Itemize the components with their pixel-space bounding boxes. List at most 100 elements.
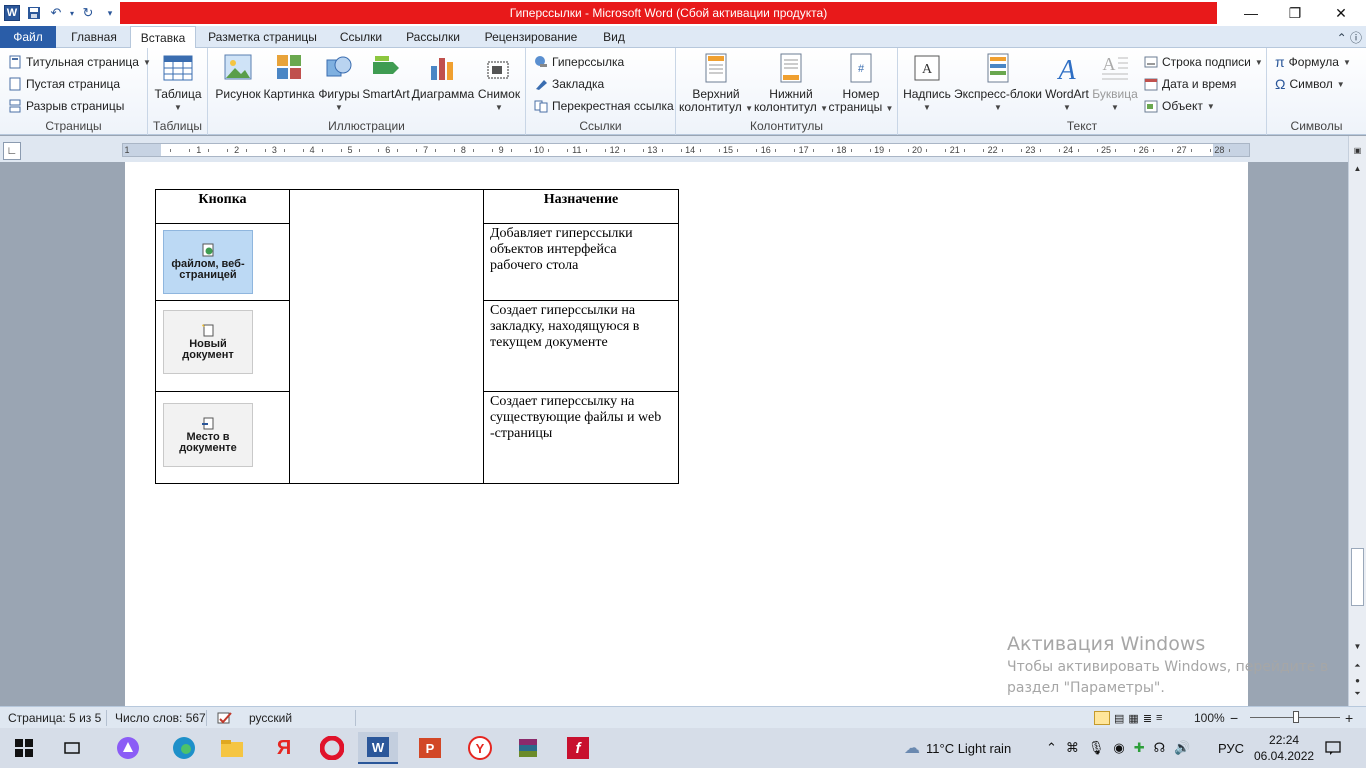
headset-icon[interactable]: ☊ bbox=[1154, 740, 1166, 756]
tab-references[interactable]: Ссылки bbox=[330, 26, 392, 48]
page-break-button[interactable]: Разрыв страницы bbox=[8, 96, 124, 116]
camera-icon[interactable]: ◉ bbox=[1113, 740, 1124, 756]
bookmark-button[interactable]: Закладка bbox=[534, 74, 604, 94]
spell-check-icon[interactable] bbox=[216, 710, 234, 726]
ruler-tick bbox=[718, 149, 720, 152]
textbox-button[interactable]: A Надпись ▼ bbox=[902, 52, 952, 114]
footer-button[interactable]: Нижний колонтитул ▼ bbox=[754, 52, 828, 115]
chart-button[interactable]: Диаграмма bbox=[411, 52, 475, 101]
edge-browser-icon[interactable] bbox=[164, 732, 204, 764]
tab-selector-icon[interactable]: ∟ bbox=[3, 142, 21, 160]
tab-review[interactable]: Рецензирование bbox=[476, 26, 586, 48]
tab-view[interactable]: Вид bbox=[594, 26, 634, 48]
shapes-button[interactable]: Фигуры ▼ bbox=[318, 52, 360, 114]
outline-view-icon[interactable]: ≣ bbox=[1143, 712, 1152, 725]
symbol-button[interactable]: Ω Символ ▼ bbox=[1275, 74, 1345, 94]
drop-cap-button[interactable]: A Буквица ▼ bbox=[1092, 52, 1138, 114]
plus-badge-icon[interactable]: ✚ bbox=[1134, 740, 1145, 756]
volume-icon[interactable]: 🔊 bbox=[1174, 740, 1190, 756]
close-button[interactable]: ✕ bbox=[1318, 0, 1364, 26]
print-layout-view-icon[interactable] bbox=[1094, 711, 1110, 725]
yandex-icon[interactable]: Я bbox=[264, 732, 304, 764]
alice-assistant-icon[interactable] bbox=[108, 732, 148, 764]
ruler-number: 4 bbox=[309, 145, 315, 155]
full-screen-reading-icon[interactable]: ▤ bbox=[1114, 712, 1124, 725]
input-language[interactable]: РУС bbox=[1218, 728, 1244, 768]
word-count[interactable]: Число слов: 567 bbox=[115, 710, 206, 726]
chevron-down-icon: ▼ bbox=[1206, 101, 1215, 111]
redo-icon[interactable]: ↻ bbox=[78, 3, 98, 23]
ruler-tick bbox=[567, 149, 569, 152]
restore-button[interactable]: ❐ bbox=[1272, 0, 1318, 26]
vertical-scrollbar[interactable]: ▣ ▲ ▼ ⏶ ● ⏷ bbox=[1348, 136, 1366, 706]
quick-parts-button[interactable]: Экспресс-блоки ▼ bbox=[954, 52, 1042, 114]
clock[interactable]: 22:24 06.04.2022 bbox=[1254, 728, 1314, 768]
yandex-browser-icon[interactable]: Y bbox=[460, 732, 500, 764]
ribbon-collapse-icon[interactable]: ⌃ ⓘ bbox=[1337, 29, 1362, 46]
ruler-tick bbox=[1039, 149, 1041, 152]
scroll-down-icon[interactable]: ▼ bbox=[1351, 640, 1364, 652]
weather-widget[interactable]: ☁ 11°C Light rain bbox=[904, 728, 1011, 768]
cross-reference-button[interactable]: Перекрестная ссылка bbox=[534, 96, 674, 116]
word-taskbar-icon[interactable]: W bbox=[358, 732, 398, 764]
blank-page-button[interactable]: Пустая страница bbox=[8, 74, 120, 94]
microphone-icon[interactable]: 🎙 bbox=[1088, 740, 1105, 756]
scroll-up-icon[interactable]: ▲ bbox=[1351, 162, 1364, 174]
tab-home[interactable]: Главная bbox=[60, 26, 128, 48]
signature-line-button[interactable]: Строка подписи ▼ bbox=[1144, 52, 1263, 72]
tab-page-layout[interactable]: Разметка страницы bbox=[200, 26, 325, 48]
header-button[interactable]: Верхний колонтитул ▼ bbox=[679, 52, 753, 115]
scroll-thumb[interactable] bbox=[1351, 548, 1364, 606]
title-page-button[interactable]: Титульная страница ▼ bbox=[8, 52, 151, 72]
minimize-button[interactable]: — bbox=[1228, 0, 1274, 26]
save-icon[interactable] bbox=[24, 3, 44, 23]
picture-button[interactable]: Рисунок bbox=[215, 52, 261, 101]
ruler-toggle-icon[interactable]: ▣ bbox=[1351, 144, 1364, 156]
zoom-out-button[interactable]: − bbox=[1230, 710, 1238, 726]
file-explorer-icon[interactable] bbox=[212, 732, 252, 764]
language-indicator[interactable]: русский bbox=[249, 710, 292, 726]
flash-player-icon[interactable]: f bbox=[558, 732, 598, 764]
screenshot-button[interactable]: Снимок ▼ bbox=[476, 52, 522, 114]
customize-qat-icon[interactable]: ▾ bbox=[100, 3, 120, 23]
horizontal-ruler[interactable]: 1 1 2 3 4 5 6 7 8 9 10 11 12 13 14 15 16 17 18 19 20 21 22 23 24… bbox=[122, 143, 1250, 157]
hyperlink-button[interactable]: Гиперссылка bbox=[534, 52, 624, 72]
chevron-up-icon[interactable]: ⌃ bbox=[1046, 740, 1057, 756]
date-time-button[interactable]: Дата и время bbox=[1144, 74, 1236, 94]
draft-view-icon[interactable]: ≡ bbox=[1156, 712, 1162, 724]
powerpoint-icon[interactable]: P bbox=[410, 732, 450, 764]
tab-insert[interactable]: Вставка bbox=[130, 26, 196, 49]
table-header-row: Кнопка Назначение bbox=[155, 189, 679, 484]
ruler-tick bbox=[1020, 149, 1022, 152]
tab-file[interactable]: Файл bbox=[0, 26, 56, 48]
opera-icon[interactable] bbox=[312, 732, 352, 764]
object-button[interactable]: Объект ▼ bbox=[1144, 96, 1215, 116]
previous-page-icon[interactable]: ⏶ bbox=[1351, 660, 1364, 672]
notifications-icon[interactable] bbox=[1324, 728, 1342, 768]
zoom-in-button[interactable]: + bbox=[1345, 710, 1353, 726]
zoom-slider-thumb[interactable] bbox=[1293, 711, 1299, 723]
network-icon[interactable]: ⌘ bbox=[1066, 740, 1079, 756]
winrar-icon[interactable] bbox=[508, 732, 548, 764]
globe-file-icon bbox=[202, 243, 214, 257]
web-layout-icon[interactable]: ▦ bbox=[1128, 712, 1138, 725]
smartart-button[interactable]: SmartArt bbox=[362, 52, 410, 101]
zoom-level[interactable]: 100% bbox=[1194, 710, 1225, 726]
ruler-number: 24 bbox=[1063, 145, 1074, 155]
equation-button[interactable]: π Формула ▼ bbox=[1275, 52, 1351, 72]
page-counter[interactable]: Страница: 5 из 5 bbox=[8, 710, 101, 726]
table-button[interactable]: Таблица ▼ bbox=[154, 52, 202, 114]
undo-icon[interactable]: ↶ bbox=[46, 3, 66, 23]
task-view-icon[interactable] bbox=[52, 732, 92, 764]
tab-mailings[interactable]: Рассылки bbox=[398, 26, 468, 48]
windows-start-icon[interactable] bbox=[4, 732, 44, 764]
next-page-icon[interactable]: ⏷ bbox=[1351, 688, 1364, 700]
word-app-icon[interactable]: W bbox=[2, 3, 22, 23]
undo-dropdown-icon[interactable]: ▾ bbox=[68, 3, 76, 23]
select-browse-object-icon[interactable]: ● bbox=[1351, 674, 1364, 686]
clipart-button[interactable]: Картинка bbox=[263, 52, 315, 101]
page-number-button[interactable]: # Номер страницы ▼ bbox=[828, 52, 894, 115]
chart-icon bbox=[431, 58, 453, 80]
ruler-number: 25 bbox=[1100, 145, 1112, 155]
wordart-button[interactable]: A WordArt ▼ bbox=[1044, 52, 1090, 114]
